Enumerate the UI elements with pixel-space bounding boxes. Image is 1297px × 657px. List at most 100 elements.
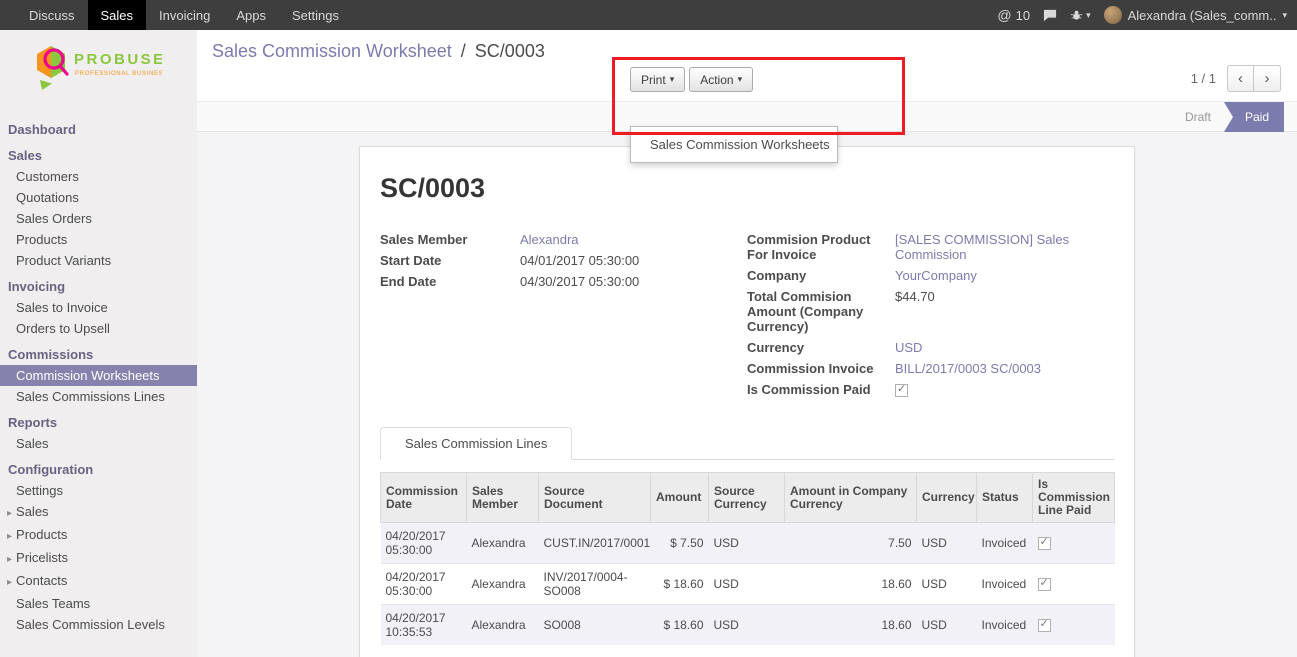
menu-apps[interactable]: Apps: [223, 0, 279, 30]
chevron-down-icon: ▾: [1282, 11, 1287, 20]
table-row[interactable]: 04/20/2017 05:30:00 Alexandra CUST.IN/20…: [381, 523, 1115, 564]
sidebar-item-dashboard[interactable]: Dashboard: [0, 119, 197, 140]
sidebar-item-sales-commissions-lines[interactable]: Sales Commissions Lines: [0, 386, 197, 407]
col-commission-date: Commission Date: [381, 473, 467, 523]
sidebar-item-config-products[interactable]: ▸Products: [0, 524, 197, 547]
sidebar-item-config-settings[interactable]: Settings: [0, 480, 197, 501]
chevron-right-icon: ▸: [7, 531, 12, 542]
chevron-right-icon: ▸: [7, 554, 12, 565]
pager-next-button[interactable]: ›: [1254, 65, 1281, 92]
line-paid-checkbox[interactable]: ✓: [1038, 578, 1051, 591]
control-panel: Sales Commission Worksheet / SC/0003 Pri…: [197, 30, 1297, 101]
status-paid[interactable]: Paid: [1224, 102, 1284, 132]
cell-amount-company: 18.60: [785, 564, 917, 605]
chevron-right-icon: ▸: [7, 508, 12, 519]
field-label: Commision Product For Invoice: [747, 232, 895, 262]
chevron-right-icon: ›: [1265, 70, 1270, 87]
cell-line-paid: ✓: [1033, 564, 1115, 605]
field-label: Currency: [747, 340, 895, 355]
topbar-right: @ 10 ▾ Alexandra (Sales_comm.. ▾: [997, 6, 1287, 24]
breadcrumb-parent-link[interactable]: Sales Commission Worksheet: [212, 41, 452, 61]
topbar-menu: Discuss Sales Invoicing Apps Settings: [16, 0, 352, 30]
sidebar-item-sales-orders[interactable]: Sales Orders: [0, 208, 197, 229]
record-title: SC/0003: [380, 173, 1114, 204]
menu-sales[interactable]: Sales: [88, 0, 147, 30]
sidebar-item-label: Sales: [16, 504, 49, 519]
sidebar-item-label: Contacts: [16, 573, 67, 588]
sidebar-item-config-pricelists[interactable]: ▸ Pricelists: [0, 547, 197, 570]
debug-icon[interactable]: ▾: [1070, 9, 1091, 22]
is-commission-paid-checkbox[interactable]: ✓: [895, 384, 908, 397]
field-label: Start Date: [380, 253, 520, 268]
sidebar-item-config-sales[interactable]: ▸ Sales: [0, 501, 197, 524]
print-button[interactable]: Print ▾: [630, 67, 685, 92]
sidebar-section-invoicing[interactable]: Invoicing: [0, 276, 197, 297]
cell-commission-date: 04/20/2017 05:30:00: [381, 564, 467, 605]
sidebar-item-product-variants[interactable]: Product Variants: [0, 250, 197, 271]
field-commission-product: Commision Product For Invoice [SALES COM…: [747, 232, 1114, 262]
col-currency: Currency: [917, 473, 977, 523]
cell-amount: $ 18.60: [651, 564, 709, 605]
field-currency: Currency USD: [747, 340, 1114, 355]
chat-icon[interactable]: [1043, 9, 1057, 22]
col-source-currency: Source Currency: [709, 473, 785, 523]
print-dropdown-menu: Sales Commission Worksheets: [630, 126, 838, 163]
field-group-right: Commision Product For Invoice [SALES COM…: [747, 232, 1114, 403]
total-commission-amount-value: $44.70: [895, 289, 935, 334]
pager: 1 / 1 ‹ ›: [1191, 65, 1281, 92]
mentions-button[interactable]: @ 10: [997, 7, 1030, 23]
sidebar-item-customers[interactable]: Customers: [0, 166, 197, 187]
col-is-commission-line-paid: Is Commission Line Paid: [1033, 473, 1115, 523]
currency-link[interactable]: USD: [895, 340, 922, 355]
sidebar-item-commission-worksheets[interactable]: Commission Worksheets: [0, 365, 197, 386]
sidebar-item-label: Pricelists: [16, 550, 68, 565]
sidebar-group-commissions: Commissions Commission Worksheets Sales …: [0, 344, 197, 407]
pager-previous-button[interactable]: ‹: [1227, 65, 1254, 92]
pager-value: 1 / 1: [1191, 71, 1216, 86]
table-header-row: Commission Date Sales Member Source Docu…: [381, 473, 1115, 523]
commission-invoice-link[interactable]: BILL/2017/0003 SC/0003: [895, 361, 1041, 376]
menu-item-sales-commission-worksheets[interactable]: Sales Commission Worksheets: [631, 131, 837, 158]
sidebar-item-orders-to-upsell[interactable]: Orders to Upsell: [0, 318, 197, 339]
cell-source-currency: USD: [709, 564, 785, 605]
sidebar-item-sales-teams[interactable]: Sales Teams: [0, 593, 197, 614]
sidebar-section-sales[interactable]: Sales: [0, 145, 197, 166]
action-button[interactable]: Action ▾: [689, 67, 753, 92]
col-sales-member: Sales Member: [467, 473, 539, 523]
menu-discuss[interactable]: Discuss: [16, 0, 88, 30]
topbar: Discuss Sales Invoicing Apps Settings @ …: [0, 0, 1297, 30]
cell-sales-member: Alexandra: [467, 523, 539, 564]
chevron-down-icon: ▾: [1086, 11, 1091, 20]
table-row[interactable]: 04/20/2017 05:30:00 Alexandra INV/2017/0…: [381, 564, 1115, 605]
sidebar-item-products[interactable]: Products: [0, 229, 197, 250]
line-paid-checkbox[interactable]: ✓: [1038, 537, 1051, 550]
cell-source-currency: USD: [709, 605, 785, 646]
company-link[interactable]: YourCompany: [895, 268, 977, 283]
cell-line-paid: ✓: [1033, 605, 1115, 646]
check-icon: ✓: [1040, 617, 1049, 631]
status-draft[interactable]: Draft: [1172, 102, 1224, 132]
sidebar-item-sales-commission-levels[interactable]: Sales Commission Levels: [0, 614, 197, 635]
commission-product-link[interactable]: [SALES COMMISSION] Sales Commission: [895, 232, 1095, 262]
sidebar-section-reports[interactable]: Reports: [0, 412, 197, 433]
check-icon: ✓: [1040, 576, 1049, 590]
table-row[interactable]: 04/20/2017 10:35:53 Alexandra SO008 $ 18…: [381, 605, 1115, 646]
sidebar-item-sales-to-invoice[interactable]: Sales to Invoice: [0, 297, 197, 318]
sidebar-section-configuration[interactable]: Configuration: [0, 459, 197, 480]
user-menu[interactable]: Alexandra (Sales_comm.. ▾: [1104, 6, 1287, 24]
cell-line-paid: ✓: [1033, 523, 1115, 564]
col-source-document: Source Document: [539, 473, 651, 523]
line-paid-checkbox[interactable]: ✓: [1038, 619, 1051, 632]
sidebar-item-reports-sales[interactable]: Sales: [0, 433, 197, 454]
cell-commission-date: 04/20/2017 10:35:53: [381, 605, 467, 646]
sales-member-link[interactable]: Alexandra: [520, 232, 579, 247]
user-name: Alexandra (Sales_comm..: [1128, 8, 1277, 23]
col-status: Status: [977, 473, 1033, 523]
print-button-label: Print: [641, 73, 666, 87]
sidebar-section-commissions[interactable]: Commissions: [0, 344, 197, 365]
tab-sales-commission-lines[interactable]: Sales Commission Lines: [380, 427, 572, 460]
sidebar-item-config-contacts[interactable]: ▸Contacts: [0, 570, 197, 593]
menu-invoicing[interactable]: Invoicing: [146, 0, 223, 30]
menu-settings[interactable]: Settings: [279, 0, 352, 30]
sidebar-item-quotations[interactable]: Quotations: [0, 187, 197, 208]
